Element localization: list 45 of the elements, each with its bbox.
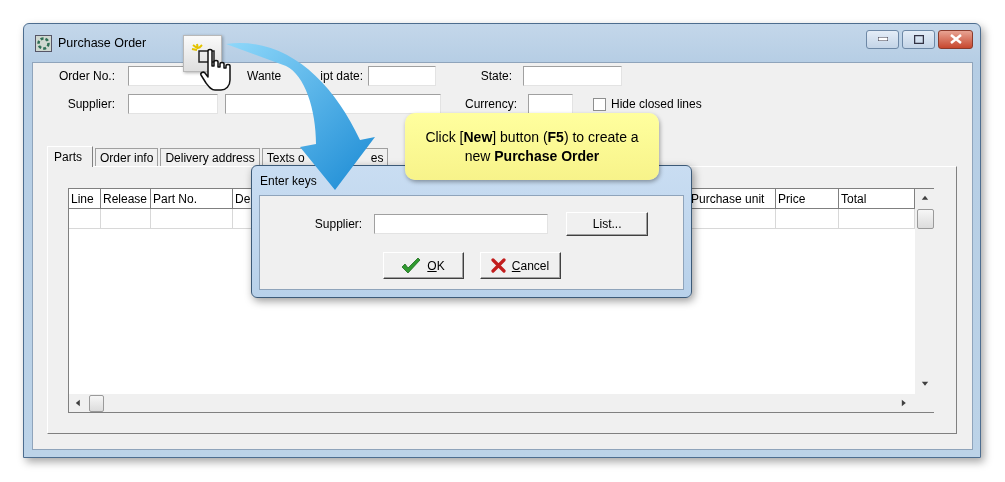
date-field[interactable] bbox=[368, 66, 436, 86]
checkbox[interactable] bbox=[593, 97, 606, 111]
column-header[interactable]: Part No. bbox=[151, 189, 233, 209]
table-cell bbox=[69, 209, 101, 229]
field-label: Order No.: bbox=[58, 69, 115, 83]
callout-note: Click [New] button (F5) to create a new Purchase Order bbox=[405, 113, 659, 180]
scrollbar-thumb[interactable] bbox=[916, 209, 934, 229]
field-label: Supplier: bbox=[66, 97, 115, 111]
table-cell bbox=[101, 209, 151, 229]
close-button[interactable] bbox=[938, 29, 973, 49]
window-title: Purchase Order bbox=[58, 36, 147, 50]
app-icon bbox=[35, 34, 52, 52]
horizontal-scrollbar[interactable] bbox=[69, 394, 915, 412]
table-cell bbox=[776, 209, 839, 229]
tab[interactable]: Order info bbox=[95, 148, 159, 166]
field-label: Supplier: bbox=[314, 217, 363, 231]
tab[interactable]: Parts bbox=[47, 146, 93, 167]
field-label: State: bbox=[479, 69, 512, 83]
field-label: Wante bbox=[247, 69, 282, 83]
state-field[interactable] bbox=[523, 66, 622, 86]
field-label: ipt date: bbox=[320, 69, 363, 83]
scroll-left-icon[interactable] bbox=[75, 399, 83, 407]
field-label: Currency: bbox=[464, 97, 517, 111]
minimize-button[interactable] bbox=[866, 29, 899, 49]
checkbox-label: Hide closed lines bbox=[611, 97, 702, 111]
maximize-icon bbox=[913, 34, 924, 44]
new-document-icon bbox=[189, 41, 216, 66]
scrollbar-thumb[interactable] bbox=[89, 394, 104, 412]
cross-icon bbox=[490, 258, 506, 273]
scroll-up-icon[interactable] bbox=[921, 195, 929, 203]
cancel-button[interactable]: Cancel bbox=[479, 252, 561, 279]
ok-button[interactable]: OK bbox=[382, 252, 464, 279]
list-button[interactable]: List... bbox=[566, 212, 649, 236]
supplier-code-field[interactable] bbox=[128, 94, 218, 114]
column-header[interactable]: Line bbox=[69, 189, 101, 209]
column-header[interactable]: Release bbox=[101, 189, 151, 209]
checkmark-icon bbox=[401, 257, 422, 274]
tab[interactable]: Delivery address bbox=[160, 148, 260, 166]
dialog-title: Enter keys bbox=[260, 173, 317, 188]
supplier-field[interactable] bbox=[374, 214, 549, 234]
maximize-button[interactable] bbox=[902, 29, 935, 49]
currency-field[interactable] bbox=[528, 94, 573, 114]
minimize-icon bbox=[877, 37, 888, 41]
column-header[interactable]: Price bbox=[776, 189, 839, 209]
close-icon bbox=[949, 34, 962, 44]
